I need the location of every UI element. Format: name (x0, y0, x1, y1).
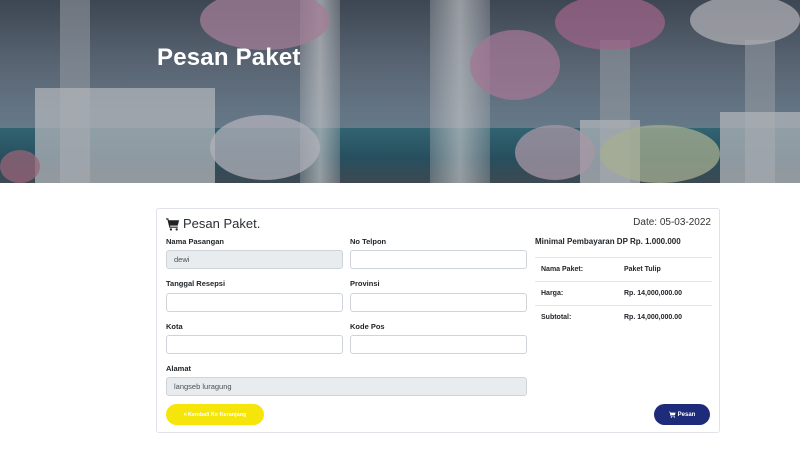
summary-key: Subtotal: (541, 314, 572, 321)
shopping-cart-icon (668, 411, 676, 418)
kota-field[interactable] (166, 335, 343, 354)
double-chevron-left-icon: « (183, 411, 187, 418)
back-to-cart-button[interactable]: « Kembali Ke Keranjang (166, 404, 264, 425)
summary-value: Paket Tulip (624, 266, 661, 273)
summary-value: Rp. 14,000,000.00 (624, 314, 682, 321)
card-title: Pesan Paket. (166, 216, 260, 231)
card-title-text: Pesan Paket. (183, 216, 261, 231)
alamat-field[interactable]: langseb luragung (166, 377, 527, 396)
nama-pasangan-field[interactable]: dewi (166, 250, 343, 269)
back-to-cart-label: Kembali Ke Keranjang (187, 411, 247, 418)
order-card: Pesan Paket. Date: 05-03-2022 Nama Pasan… (156, 208, 720, 433)
hero-banner: Pesan Paket (0, 0, 800, 183)
tanggal-resepsi-label: Tanggal Resepsi (166, 279, 226, 288)
kode-pos-field[interactable] (350, 335, 527, 354)
kota-label: Kota (166, 322, 183, 331)
summary-value: Rp. 14,000,000.00 (624, 290, 682, 297)
tanggal-resepsi-field[interactable] (166, 293, 343, 312)
provinsi-label: Provinsi (350, 279, 380, 288)
no-telpon-label: No Telpon (350, 237, 387, 246)
summary-key: Harga: (541, 290, 564, 297)
summary-row-price: Harga: Rp. 14,000,000.00 (535, 281, 712, 305)
kode-pos-label: Kode Pos (350, 322, 385, 331)
summary-key: Nama Paket: (541, 266, 584, 273)
alamat-label: Alamat (166, 364, 192, 373)
minimum-dp-note: Minimal Pembayaran DP Rp. 1.000.000 (535, 237, 681, 246)
shopping-cart-icon (166, 217, 180, 231)
order-date: Date: 05-03-2022 (633, 217, 711, 228)
nama-pasangan-label: Nama Pasangan (166, 237, 224, 246)
order-button-label: Pesan (677, 411, 696, 418)
summary-row-subtotal: Subtotal: Rp. 14,000,000.00 (535, 305, 712, 329)
order-summary: Nama Paket: Paket Tulip Harga: Rp. 14,00… (535, 257, 712, 329)
summary-row-package: Nama Paket: Paket Tulip (535, 257, 712, 281)
page-title: Pesan Paket (157, 44, 301, 71)
provinsi-field[interactable] (350, 293, 527, 312)
no-telpon-field[interactable] (350, 250, 527, 269)
hero-overlay (0, 0, 800, 183)
order-button[interactable]: Pesan (654, 404, 710, 425)
